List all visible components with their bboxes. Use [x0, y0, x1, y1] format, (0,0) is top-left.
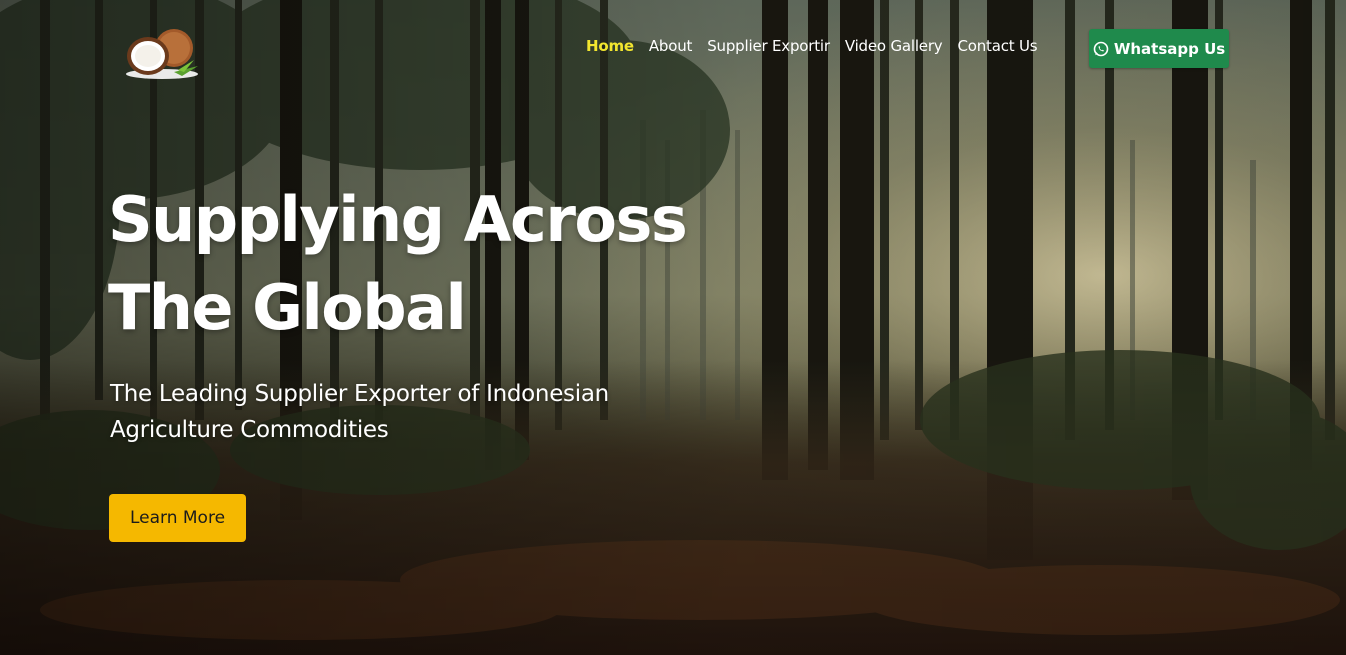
hero-title: Supplying Across The Global — [108, 176, 688, 352]
hero-section: Home About Supplier Exportir Video Galle… — [0, 0, 1346, 655]
nav-item-video-gallery[interactable]: Video Gallery — [845, 37, 943, 55]
hero-subtitle: The Leading Supplier Exporter of Indones… — [110, 376, 609, 448]
hero-subtitle-line1: The Leading Supplier Exporter of Indones… — [110, 381, 609, 407]
main-navigation: Home About Supplier Exportir Video Galle… — [586, 37, 1052, 55]
whatsapp-button-label: Whatsapp Us — [1113, 39, 1226, 58]
hero-subtitle-line2: Agriculture Commodities — [110, 417, 389, 443]
learn-more-button[interactable]: Learn More — [109, 494, 246, 542]
nav-item-about[interactable]: About — [649, 37, 693, 55]
whatsapp-icon — [1093, 41, 1109, 56]
hero-title-line1: Supplying Across — [108, 183, 688, 256]
nav-item-home[interactable]: Home — [586, 37, 634, 55]
coconut-logo-icon[interactable] — [122, 26, 200, 80]
nav-item-contact-us[interactable]: Contact Us — [957, 37, 1037, 55]
whatsapp-button[interactable]: Whatsapp Us — [1089, 29, 1229, 68]
hero-title-line2: The Global — [108, 271, 467, 344]
nav-item-supplier-exportir[interactable]: Supplier Exportir — [707, 37, 830, 55]
